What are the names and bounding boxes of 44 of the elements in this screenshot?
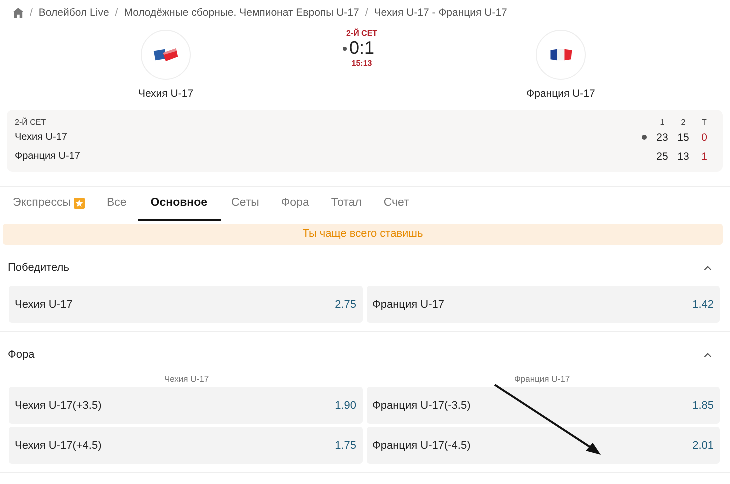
market-title: Фора [8, 349, 35, 361]
column-header: Чехия U-17 [163, 374, 210, 384]
set-score: 25 [656, 150, 670, 162]
team-name: Чехия U-17 [15, 132, 68, 143]
period-label: 2-Й СЕТ [15, 118, 48, 126]
set-score: 23 [656, 132, 670, 144]
breadcrumb-link[interactable]: Чехия U-17 - Франция U-17 [374, 7, 508, 19]
market-title: Победитель [8, 262, 70, 274]
team-name: Франция U-17 [526, 88, 596, 100]
tab[interactable]: Счет [372, 187, 420, 221]
breadcrumb-separator: / [365, 7, 368, 19]
total-score: 1 [700, 150, 708, 162]
odds-button[interactable]: Чехия U-17(+3.5) 1.90 [9, 387, 362, 424]
breadcrumb-link[interactable]: Молодёжные сборные. Чемпионат Европы U-17 [124, 7, 360, 19]
breadcrumb-separator: / [30, 7, 33, 19]
team-name: Чехия U-17 [138, 88, 194, 100]
total-score: 0 [700, 132, 708, 144]
chevron-icon[interactable] [704, 266, 712, 270]
column-header: Т [701, 118, 708, 126]
set-score: 15 [676, 132, 690, 144]
match-score: 0:1 [349, 38, 375, 59]
column-header: Франция U-17 [513, 374, 572, 384]
tab[interactable]: Фора [270, 187, 320, 221]
column-header: 1 [659, 118, 666, 126]
tab[interactable]: Тотал [320, 187, 373, 221]
column-header: 2 [680, 118, 687, 126]
team-name: Франция U-17 [15, 151, 82, 162]
tab[interactable]: Экспрессы [2, 187, 96, 221]
tab[interactable]: Сеты [220, 187, 270, 221]
odds-button[interactable]: Чехия U-17 2.75 [9, 286, 362, 323]
banner: Ты чаще всего ставишь [3, 224, 723, 245]
tab[interactable]: Все [96, 187, 138, 221]
odds-button[interactable]: Чехия U-17(+4.5) 1.75 [9, 427, 362, 464]
chevron-icon[interactable] [704, 352, 712, 358]
period-label: 2-Й СЕТ [346, 29, 378, 38]
odds-button[interactable]: Франция U-17(-3.5) 1.85 [366, 387, 720, 424]
odds-button[interactable]: Франция U-17 1.42 [366, 286, 720, 323]
home-icon[interactable] [13, 8, 24, 18]
tab[interactable]: Основное [138, 187, 221, 221]
set-score: 13 [676, 150, 690, 162]
breadcrumb-separator: / [115, 7, 118, 19]
breadcrumb-link[interactable]: Волейбол Live [38, 7, 110, 19]
odds-button[interactable]: Франция U-17(-4.5) 2.01 [366, 427, 720, 464]
match-time: 15:13 [352, 59, 372, 68]
